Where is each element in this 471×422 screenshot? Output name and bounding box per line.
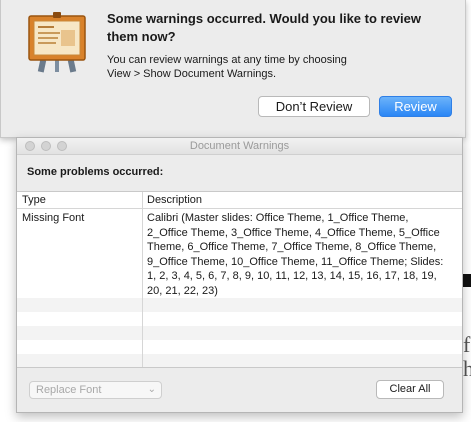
background-document-text: h: [463, 356, 471, 381]
column-header-type[interactable]: Type: [22, 193, 46, 207]
background-document-text: f: [463, 332, 471, 357]
problems-label: Some problems occurred:: [27, 166, 164, 178]
background-document-mark: [463, 274, 471, 287]
dont-review-button[interactable]: Don’t Review: [258, 96, 370, 117]
warnings-table: Type Description Missing Font Calibri (M…: [17, 191, 462, 368]
alert-title: Some warnings occurred. Would you like t…: [107, 11, 421, 44]
empty-row: [17, 354, 462, 367]
empty-row: [17, 312, 462, 326]
chevron-down-icon: ⌄: [147, 384, 156, 395]
empty-row: [17, 298, 462, 312]
column-header-description[interactable]: Description: [147, 193, 202, 207]
table-header: Type Description: [17, 192, 462, 209]
clear-all-button[interactable]: Clear All: [376, 380, 444, 399]
replace-font-popup: Replace Font ⌄: [29, 381, 162, 399]
window-title: Document Warnings: [189, 140, 290, 152]
warning-type-cell: Missing Font: [22, 212, 85, 224]
document-warnings-window: Document Warnings Some problems occurred…: [16, 137, 463, 413]
review-button[interactable]: Review: [379, 96, 452, 117]
column-divider[interactable]: [142, 192, 143, 367]
keynote-icon: [28, 12, 86, 73]
window-titlebar[interactable]: Document Warnings: [17, 138, 462, 155]
table-row[interactable]: Missing Font Calibri (Master slides: Off…: [17, 209, 462, 298]
warning-description-cell: Calibri (Master slides: Office Theme, 1_…: [147, 212, 444, 297]
replace-font-label: Replace Font: [36, 384, 102, 396]
warnings-alert-sheet: Some warnings occurred. Would you like t…: [0, 0, 466, 138]
empty-row: [17, 326, 462, 340]
empty-row: [17, 340, 462, 354]
alert-message: You can review warnings at any time by c…: [107, 54, 347, 80]
